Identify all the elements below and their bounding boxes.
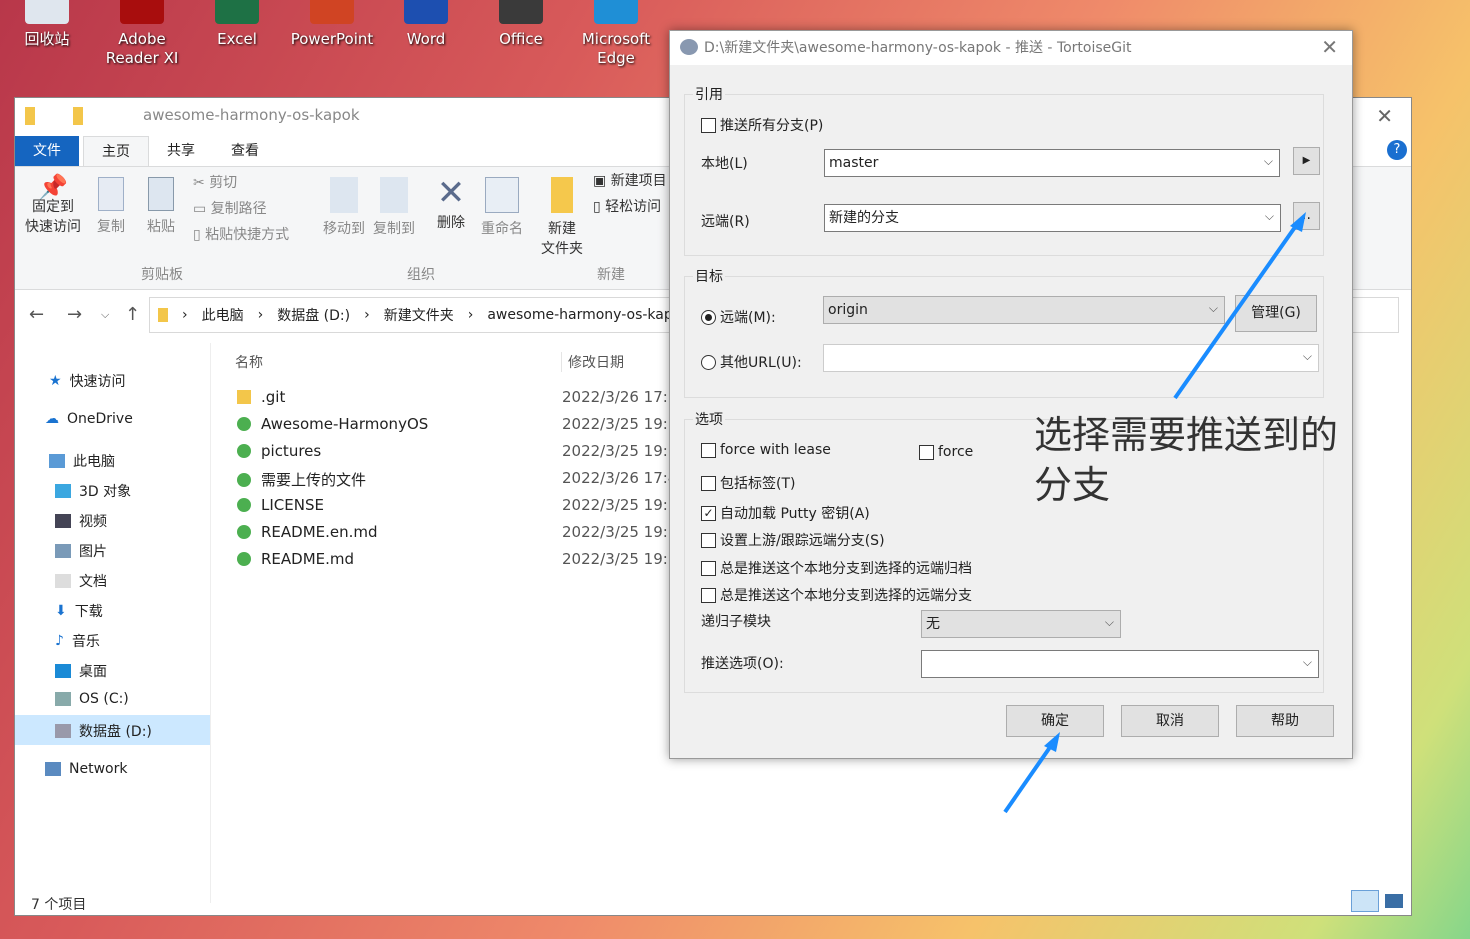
arrow-to-ok <box>1003 738 1057 814</box>
arrow-to-remote-branch <box>1173 218 1302 400</box>
annotation-arrows <box>1003 212 1306 814</box>
